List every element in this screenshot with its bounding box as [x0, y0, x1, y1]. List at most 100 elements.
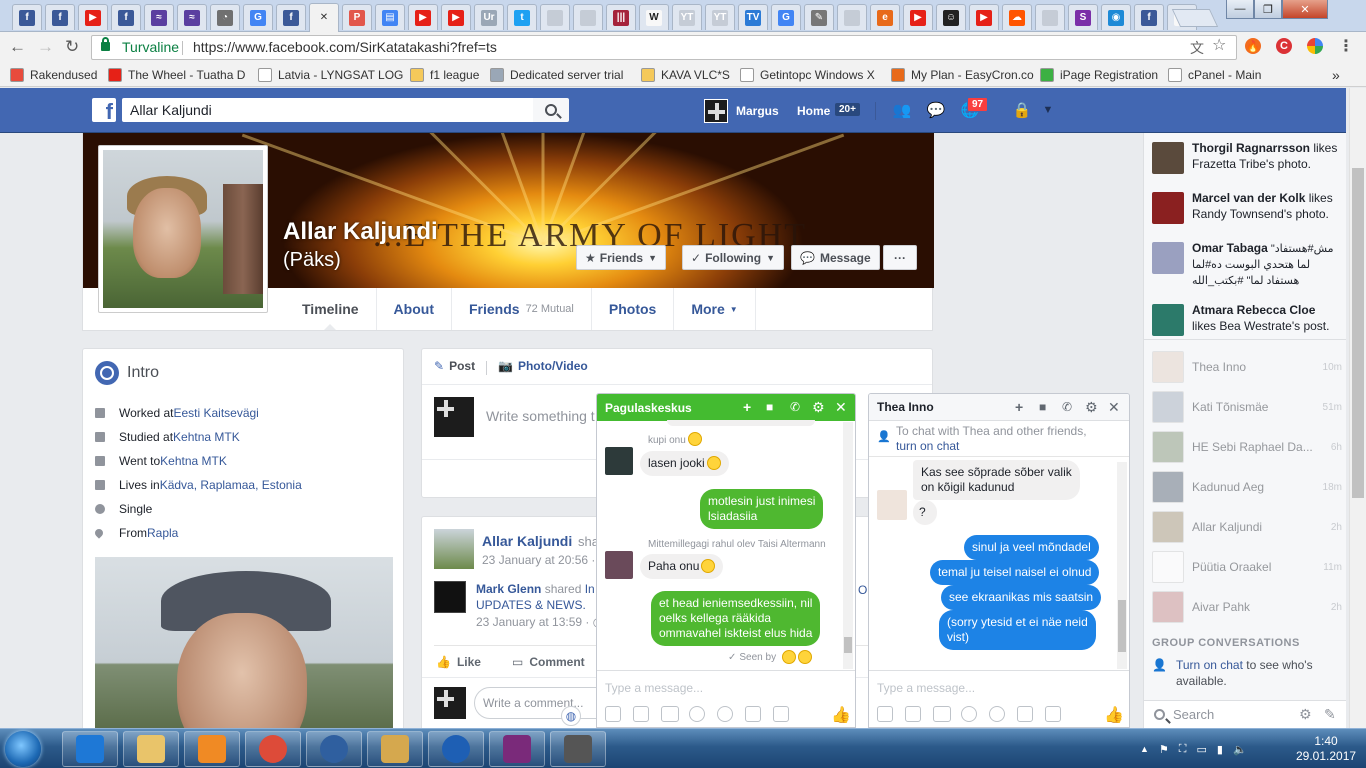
browser-tab[interactable] — [540, 4, 570, 30]
browser-tab[interactable]: ▤ — [375, 4, 405, 30]
phone-icon[interactable]: ✆ — [790, 400, 800, 414]
browser-tab[interactable]: f — [111, 4, 141, 30]
intro-link[interactable]: Kehtna MTK — [173, 430, 240, 444]
profile-name[interactable]: Allar Kaljundi — [283, 218, 438, 246]
game-controller-icon[interactable] — [745, 706, 761, 722]
bookmark-item[interactable]: f1 league — [410, 67, 479, 83]
ticker-item[interactable]: Atmara Rebecca Cloe likes Bea Westrate's… — [1152, 302, 1342, 336]
browser-tab[interactable]: TV — [738, 4, 768, 30]
shared-title[interactable]: UPDATES & NEWS. — [476, 598, 586, 612]
browser-tab[interactable]: ▶ — [441, 4, 471, 30]
browser-tab[interactable] — [837, 4, 867, 30]
browser-tab[interactable]: ✕ — [309, 3, 339, 32]
bookmark-item[interactable]: Rakendused — [10, 67, 97, 83]
shared-author[interactable]: Mark Glenn — [476, 582, 541, 596]
browser-tab[interactable]: P — [342, 4, 372, 30]
chat-search[interactable]: Search ⚙ ✎ — [1144, 700, 1346, 728]
browser-tab[interactable]: G — [771, 4, 801, 30]
browser-tab[interactable]: ✎ — [804, 4, 834, 30]
extension-fire-icon[interactable]: 🔥 — [1245, 38, 1261, 54]
friends-button[interactable]: ★ Friends ▼ — [576, 245, 667, 270]
bookmark-star-icon[interactable]: ☆ — [1212, 38, 1226, 54]
add-person-icon[interactable]: + — [1015, 400, 1023, 414]
attachment-icon[interactable] — [717, 706, 733, 722]
browser-tab[interactable]: ☺ — [936, 4, 966, 30]
browser-tab[interactable]: ▶ — [903, 4, 933, 30]
gear-icon[interactable]: ⚙ — [1085, 400, 1098, 414]
home-link[interactable]: Home — [797, 104, 830, 118]
photo-icon[interactable] — [605, 706, 621, 722]
chat-header[interactable]: Pagulaskeskus + ■ ✆ ⚙ ✕ — [597, 394, 855, 421]
flag-icon[interactable]: ⚑ — [1159, 743, 1169, 756]
browser-tab[interactable]: f — [1134, 4, 1164, 30]
close-icon[interactable]: ✕ — [316, 10, 332, 26]
browser-tab[interactable]: ||| — [606, 4, 636, 30]
browser-tab[interactable]: ☁ — [1002, 4, 1032, 30]
network-share-icon[interactable]: ⛶ — [1179, 743, 1187, 756]
message-button[interactable]: 💬 Message — [791, 245, 880, 270]
gif-icon[interactable] — [661, 706, 679, 722]
taskbar-app[interactable] — [245, 731, 301, 767]
facebook-logo-icon[interactable]: f — [92, 98, 116, 122]
browser-tab[interactable]: YT — [672, 4, 702, 30]
profile-picture[interactable] — [98, 145, 268, 313]
contact-item[interactable]: Thea Inno 10m — [1152, 351, 1342, 383]
composer-tab-post[interactable]: ✎ Post — [434, 359, 475, 373]
bookmark-item[interactable]: Getintopc Windows X — [740, 67, 875, 83]
featured-photo[interactable] — [95, 557, 393, 749]
contact-item[interactable]: Aivar Pahk 2h — [1152, 591, 1342, 623]
emoji-icon[interactable] — [961, 706, 977, 722]
bookmark-item[interactable]: My Plan - EasyCron.com — [891, 67, 1034, 83]
chat-title[interactable]: Pagulaskeskus — [605, 401, 692, 415]
composer-input[interactable]: Write something t — [486, 408, 595, 424]
comment-button[interactable]: ▭ Comment — [512, 655, 585, 669]
browser-tab[interactable] — [573, 4, 603, 30]
add-person-icon[interactable]: + — [743, 400, 751, 414]
game-controller-icon[interactable] — [1017, 706, 1033, 722]
following-button[interactable]: ✓ Following ▼ — [682, 245, 784, 270]
turn-on-chat-link[interactable]: Turn on chat — [1176, 658, 1243, 672]
volume-icon[interactable]: 🔈 — [1233, 743, 1247, 756]
taskbar-app[interactable] — [306, 731, 362, 767]
translate-icon[interactable]: 文 — [1190, 41, 1204, 55]
emoji-icon[interactable] — [689, 706, 705, 722]
page-scrollbar[interactable] — [1349, 88, 1366, 728]
post-author[interactable]: Allar Kaljundi — [482, 533, 572, 549]
intro-link[interactable]: Kädva, Raplamaa, Estonia — [160, 478, 302, 492]
browser-tab[interactable]: W — [639, 4, 669, 30]
browser-tab[interactable]: f — [276, 4, 306, 30]
window-close-button[interactable]: ✕ — [1282, 0, 1328, 19]
video-call-icon[interactable]: ■ — [766, 400, 773, 414]
start-button[interactable] — [5, 731, 41, 767]
browser-tab[interactable]: G — [243, 4, 273, 30]
like-button[interactable]: 👍 Like — [436, 655, 481, 669]
turn-on-chat-link[interactable]: turn on chat — [896, 439, 959, 453]
taskbar-app[interactable] — [184, 731, 240, 767]
extension-red-icon[interactable]: C — [1276, 38, 1292, 54]
intro-link[interactable]: Kehtna MTK — [160, 454, 227, 468]
url-text[interactable]: https://www.facebook.com/SirKatatakashi?… — [193, 36, 497, 59]
chat-scrollbar[interactable] — [1117, 462, 1127, 669]
tab-photos[interactable]: Photos — [592, 288, 675, 330]
tab-friends[interactable]: Friends 72 Mutual — [452, 288, 592, 330]
clock[interactable]: 1:40 29.01.2017 — [1296, 734, 1356, 764]
search-button[interactable] — [533, 98, 569, 122]
tray-expand-icon[interactable]: ▲ — [1140, 744, 1149, 754]
account-menu-icon[interactable]: ▼ — [1038, 101, 1058, 119]
close-icon[interactable]: ✕ — [1108, 400, 1120, 414]
browser-tab[interactable]: YT — [705, 4, 735, 30]
comment-input[interactable]: Write a comment... — [474, 687, 614, 719]
close-icon[interactable]: ✕ — [835, 400, 847, 414]
taskbar-app[interactable] — [367, 731, 423, 767]
gear-icon[interactable]: ⚙ — [812, 400, 825, 414]
camera-icon[interactable] — [1045, 706, 1061, 722]
gif-icon[interactable] — [933, 706, 951, 722]
video-call-icon[interactable]: ■ — [1039, 400, 1046, 414]
browser-tab[interactable]: ≈ — [144, 4, 174, 30]
signal-icon[interactable]: ▮ — [1217, 743, 1223, 756]
more-bookmarks-button[interactable]: » — [1332, 67, 1340, 83]
back-icon[interactable]: ← — [9, 37, 26, 57]
contact-item[interactable]: Püütia Oraakel 11m — [1152, 551, 1342, 583]
ticker-item[interactable]: Marcel van der Kolk likes Randy Townsend… — [1152, 190, 1342, 224]
browser-tab[interactable] — [1035, 4, 1065, 30]
